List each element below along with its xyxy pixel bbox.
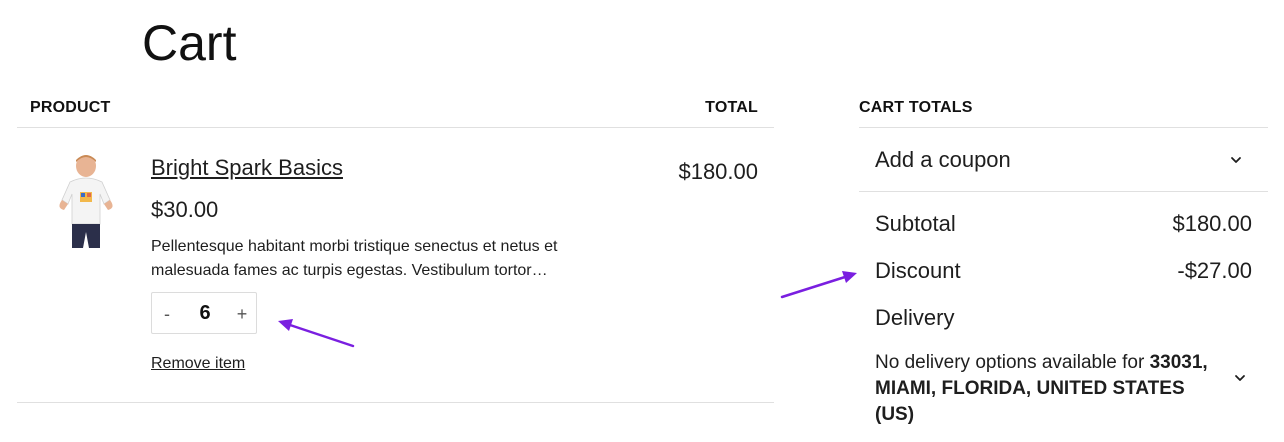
chevron-down-icon[interactable]: [1234, 372, 1246, 384]
quantity-input[interactable]: 6: [186, 300, 224, 326]
discount-value: -$27.00: [1177, 258, 1252, 283]
remove-item-link[interactable]: Remove item: [151, 354, 245, 374]
product-column-header: PRODUCT: [30, 99, 111, 116]
arrow-to-quantity: [278, 319, 355, 348]
coupon-divider: [859, 191, 1268, 192]
page-title: Cart: [142, 15, 237, 71]
total-column-header: TOTAL: [705, 99, 758, 116]
quantity-decrease-button[interactable]: -: [160, 302, 174, 326]
chevron-down-icon: [1231, 157, 1241, 163]
cart-totals-divider: [859, 127, 1268, 128]
product-name-link[interactable]: Bright Spark Basics: [151, 154, 343, 182]
table-header-divider: [17, 127, 774, 128]
cart-totals-header: CART TOTALS: [859, 99, 973, 116]
discount-label: Discount: [875, 258, 961, 283]
arrow-to-discount: [780, 271, 857, 299]
delivery-label: Delivery: [875, 305, 955, 330]
table-bottom-divider: [17, 402, 774, 403]
product-unit-price: $30.00: [151, 197, 219, 222]
add-coupon-toggle[interactable]: Add a coupon: [859, 138, 1268, 182]
delivery-message: No delivery options available for 33031,…: [875, 350, 1220, 428]
coupon-label: Add a coupon: [875, 147, 1011, 172]
line-total: $180.00: [678, 159, 758, 184]
product-description: Pellentesque habitant morbi tristique se…: [151, 238, 558, 279]
delivery-message-prefix: No delivery options available for: [875, 352, 1150, 373]
quantity-increase-button[interactable]: +: [234, 302, 250, 326]
subtotal-value: $180.00: [1172, 211, 1252, 236]
product-image[interactable]: [50, 152, 122, 252]
subtotal-label: Subtotal: [875, 211, 956, 236]
